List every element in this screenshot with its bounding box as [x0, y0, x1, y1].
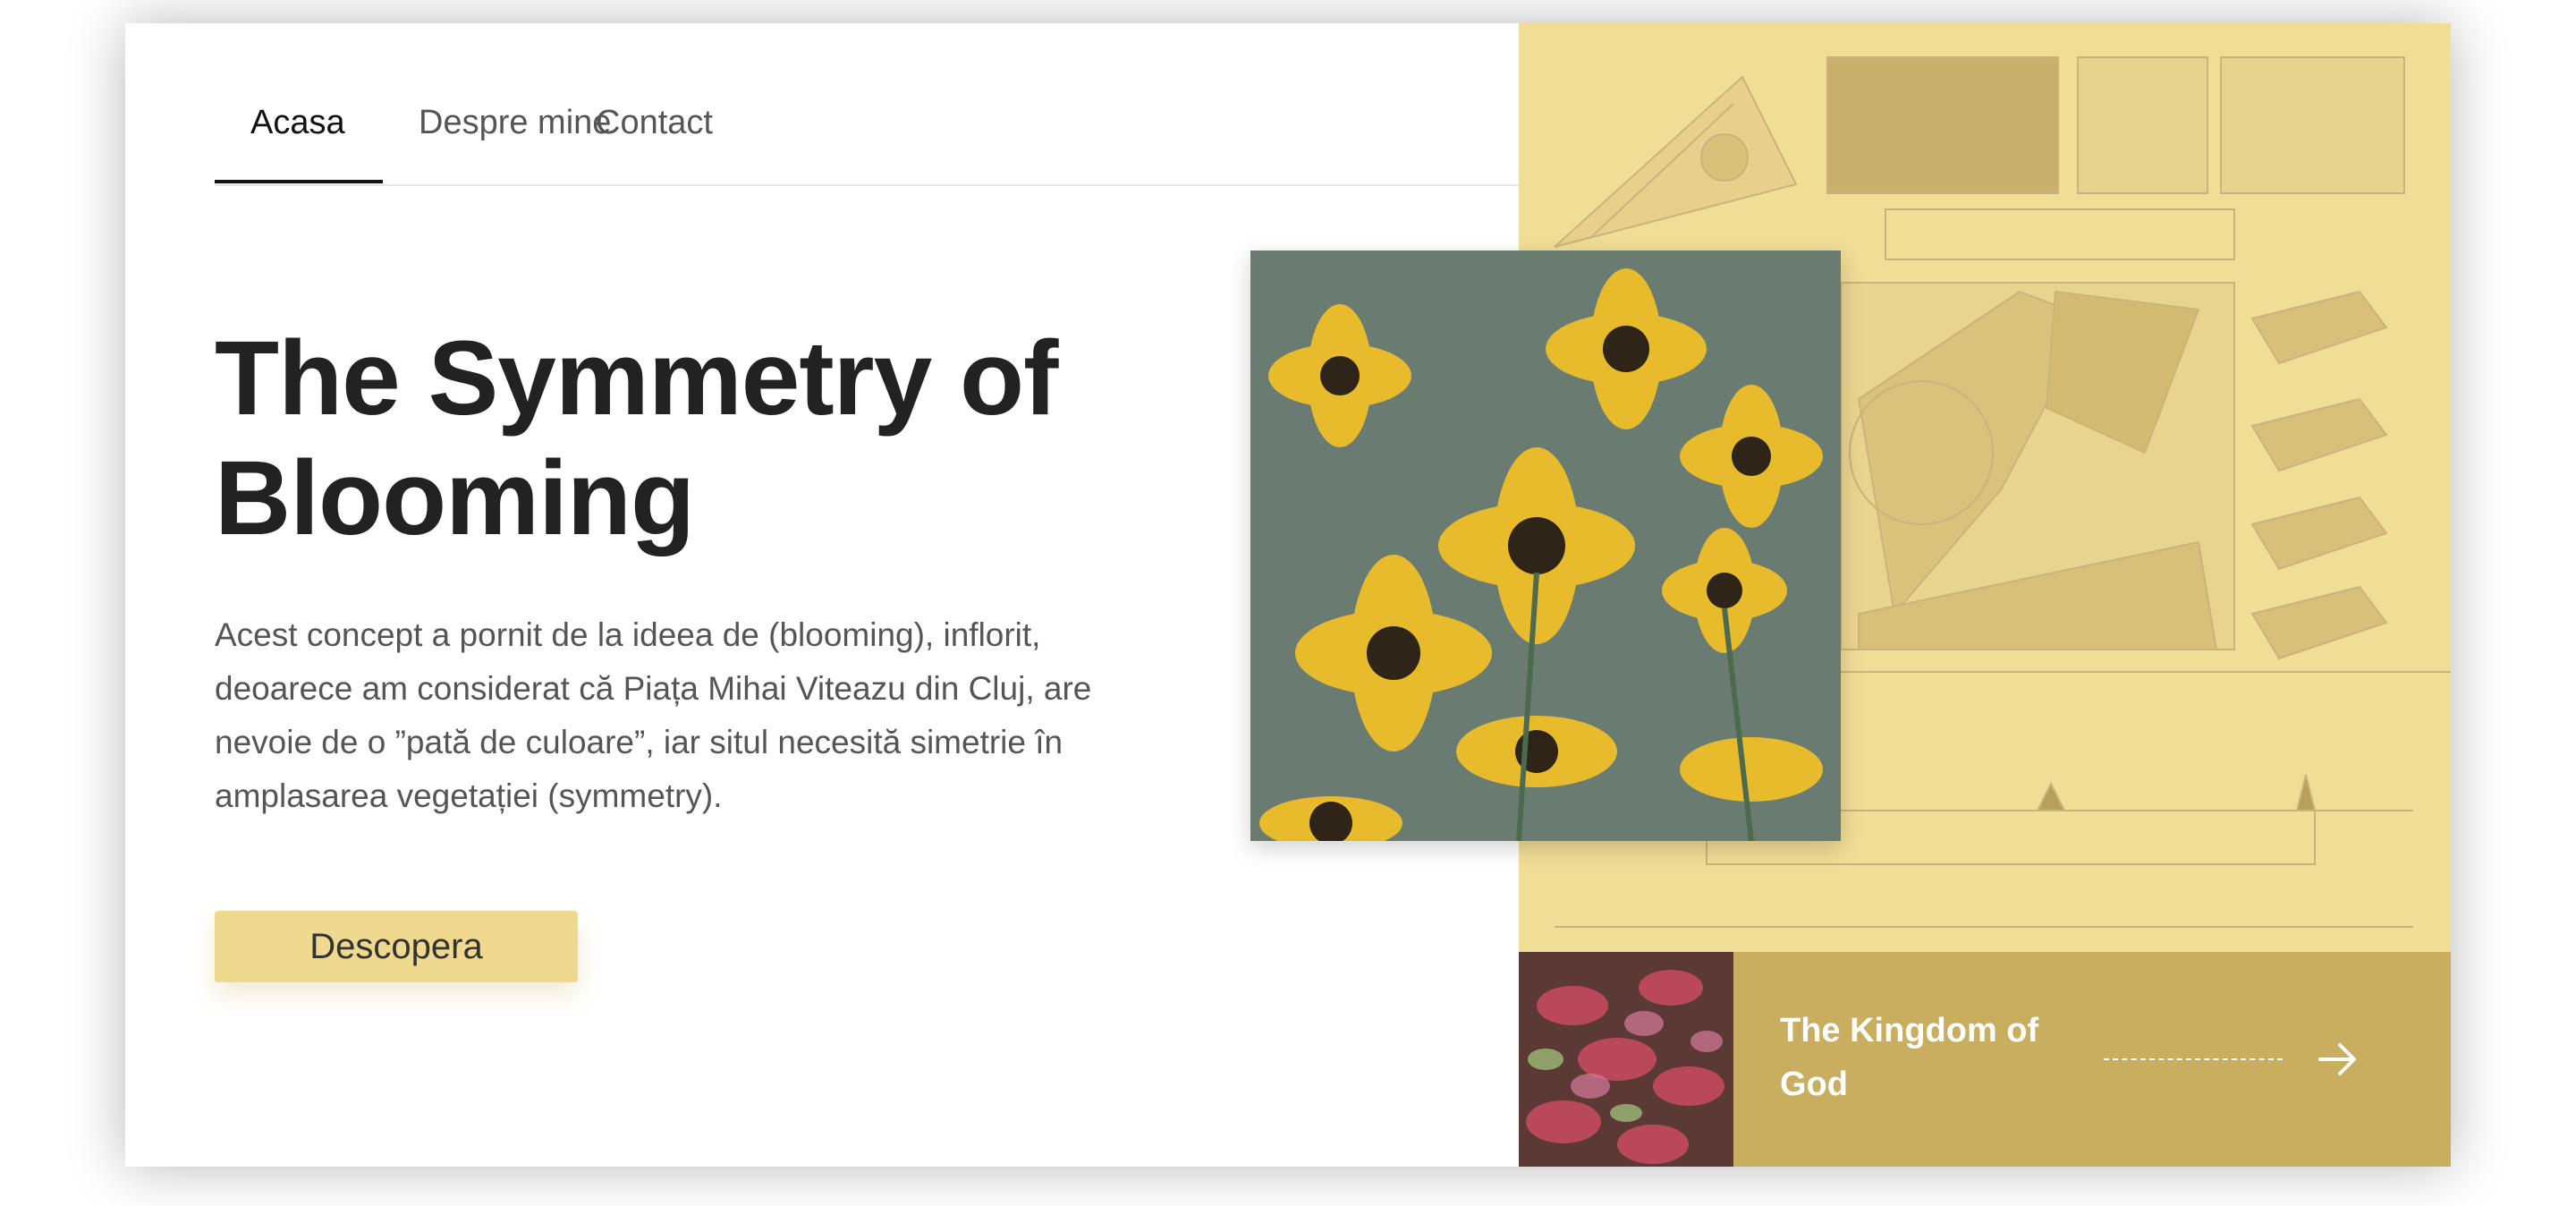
next-project-thumbnail [1519, 952, 1733, 1167]
active-nav-indicator [215, 180, 383, 183]
discover-button[interactable]: Descopera [215, 911, 578, 982]
red-foliage-image [1519, 952, 1733, 1167]
hero-description: Acest concept a pornit de la ideea de (b… [215, 616, 1092, 814]
dashed-divider [2104, 1058, 2283, 1060]
nav-item-acasa[interactable]: Acasa [250, 104, 345, 142]
top-navigation: Acasa Despre mine Contact [215, 23, 1646, 186]
next-project-title[interactable]: The Kingdom of God [1780, 1004, 2084, 1111]
nav-item-despre-mine[interactable]: Despre mine [419, 104, 611, 142]
nav-item-contact[interactable]: Contact [596, 104, 713, 142]
black-eyed-susan-image [1250, 251, 1841, 841]
next-project-card[interactable]: The Kingdom of God [1519, 952, 2451, 1167]
flower-photo [1250, 251, 1841, 841]
arrow-right-icon[interactable] [2315, 1036, 2361, 1083]
page-title: The Symmetry of Blooming [215, 319, 1058, 557]
main-card: Acasa Despre mine Contact The Symmetry o… [125, 23, 2451, 1167]
